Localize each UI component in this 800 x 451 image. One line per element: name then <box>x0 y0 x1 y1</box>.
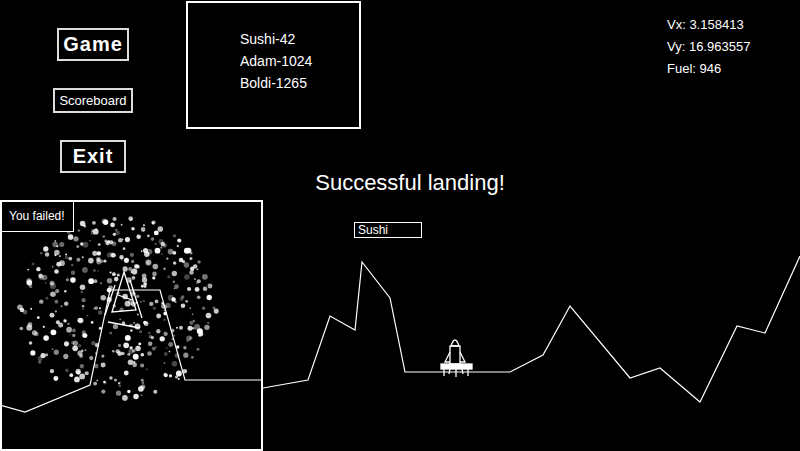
hud: Vx: 3.158413 Vy: 16.963557 Fuel: 946 <box>667 17 750 76</box>
menu-button[interactable]: Exit <box>60 140 126 173</box>
menu-button[interactable]: Scoreboard <box>53 88 132 113</box>
name-input[interactable] <box>354 222 422 238</box>
main-menu: Game Scoreboard Exit <box>0 0 186 200</box>
score-entry: Adam-1024 <box>240 53 359 69</box>
lander-icon <box>441 340 472 377</box>
hud-line: Vy: 16.963557 <box>667 39 750 54</box>
score-entry: Sushi-42 <box>240 31 359 47</box>
replay-panel: You failed! <box>0 200 263 451</box>
result-area: Successful landing! <box>300 170 520 238</box>
result-message: Successful landing! <box>315 170 505 196</box>
hud-line: Fuel: 946 <box>667 61 750 76</box>
scoreboard: Sushi-42 Adam-1024 Boldi-1265 <box>186 1 361 129</box>
wreck-icon <box>105 272 142 328</box>
inset-label: You failed! <box>0 200 74 232</box>
score-entry: Boldi-1265 <box>240 75 359 91</box>
game-screen: Game Scoreboard Exit You failed! Sushi-42 A… <box>0 0 800 451</box>
explosion <box>0 200 263 451</box>
menu-button[interactable]: Game <box>57 28 129 61</box>
hud-line: Vx: 3.158413 <box>667 17 750 32</box>
